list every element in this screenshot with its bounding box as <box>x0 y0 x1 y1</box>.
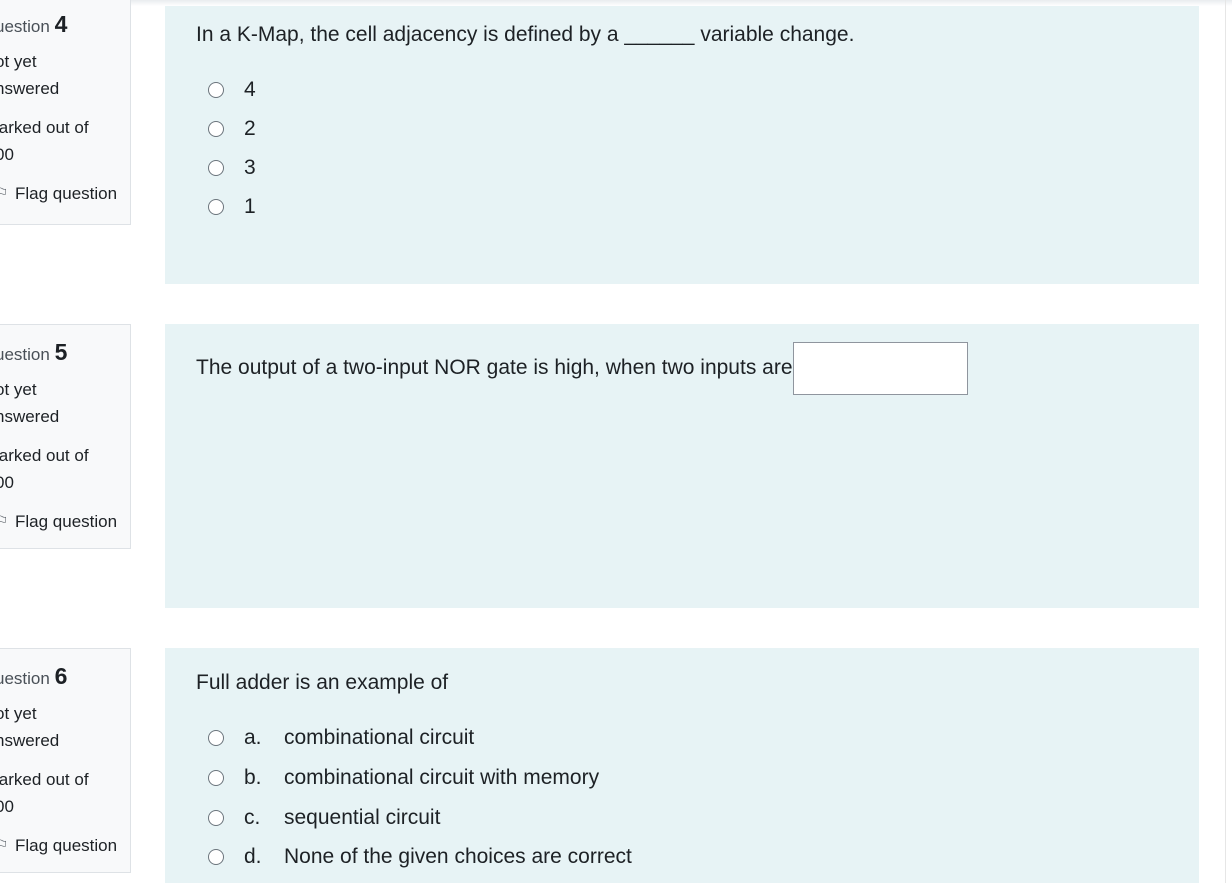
question-6-info: uestion 6 ot yet nswered larked out of 0… <box>0 648 131 873</box>
flag-question-link[interactable]: ⚐ Flag question <box>0 508 130 535</box>
radio-button[interactable] <box>208 730 224 746</box>
answer-option[interactable]: d. None of the given choices are correct <box>196 837 1199 876</box>
answer-option[interactable]: c. sequential circuit <box>196 798 1199 837</box>
question-text: Full adder is an example of <box>196 671 449 694</box>
answer-option[interactable]: b. combinational circuit with memory <box>196 758 1199 798</box>
radio-button[interactable] <box>208 198 224 215</box>
question-5-content: The output of a two-input NOR gate is hi… <box>165 324 1199 608</box>
radio-button[interactable] <box>208 120 224 137</box>
question-4-info: uestion 4 ot yet nswered larked out of 0… <box>0 0 131 225</box>
page-edge <box>1225 0 1226 883</box>
question-6-content: Full adder is an example of a. combinati… <box>165 648 1199 883</box>
answer-option[interactable]: 4 <box>196 70 1199 109</box>
answer-option[interactable]: a. combinational circuit <box>196 718 1199 758</box>
question-grade: larked out of 00 <box>0 770 89 816</box>
question-grade: larked out of 00 <box>0 118 89 164</box>
question-state: ot yet nswered <box>0 52 60 98</box>
flag-icon: ⚐ <box>0 513 9 530</box>
question-state: ot yet nswered <box>0 704 60 750</box>
question-4-content: In a K-Map, the cell adjacency is define… <box>165 6 1199 284</box>
question-number: uestion 6 <box>0 663 68 689</box>
radio-button[interactable] <box>208 159 224 176</box>
answer-options: 4 2 3 1 <box>196 70 1199 226</box>
answer-options: a. combinational circuit b. combinationa… <box>196 718 1199 876</box>
flag-icon: ⚐ <box>0 837 9 854</box>
answer-option[interactable]: 2 <box>196 109 1199 148</box>
radio-button[interactable] <box>208 848 224 865</box>
flag-icon: ⚐ <box>0 185 9 202</box>
question-text: The output of a two-input NOR gate is hi… <box>196 342 1199 395</box>
radio-button[interactable] <box>208 809 224 826</box>
question-number: uestion 5 <box>0 339 68 365</box>
flag-question-link[interactable]: ⚐ Flag question <box>0 832 130 859</box>
radio-button[interactable] <box>208 770 224 786</box>
question-number: uestion 4 <box>0 11 68 37</box>
radio-button[interactable] <box>208 81 224 98</box>
answer-option[interactable]: 3 <box>196 148 1199 187</box>
question-state: ot yet nswered <box>0 380 60 426</box>
answer-option[interactable]: 1 <box>196 187 1199 226</box>
question-text: In a K-Map, the cell adjacency is define… <box>196 23 855 46</box>
question-grade: larked out of 00 <box>0 446 89 492</box>
flag-question-link[interactable]: ⚐ Flag question <box>0 180 130 207</box>
answer-input[interactable] <box>792 342 968 395</box>
question-5-info: uestion 5 ot yet nswered larked out of 0… <box>0 324 131 549</box>
